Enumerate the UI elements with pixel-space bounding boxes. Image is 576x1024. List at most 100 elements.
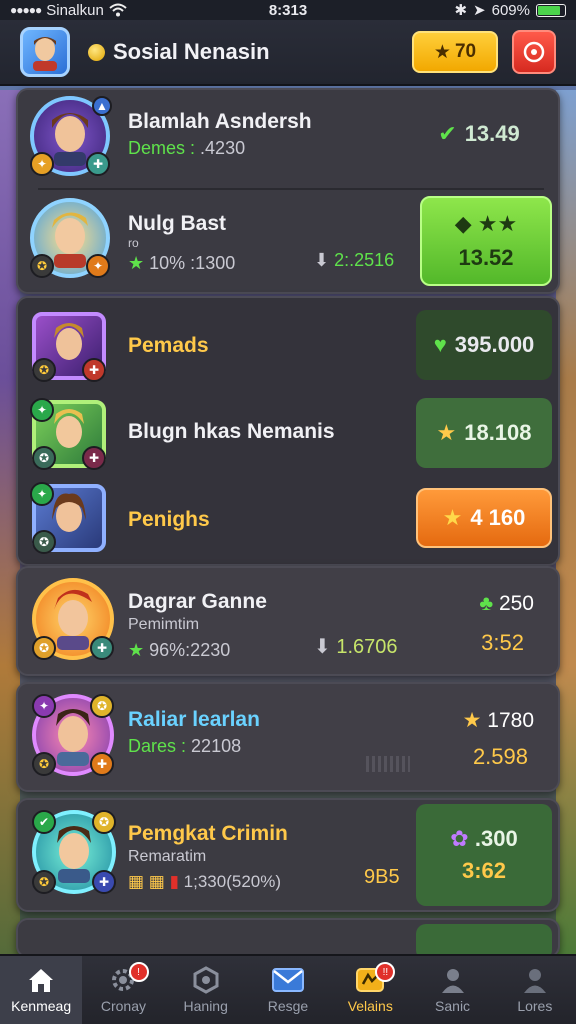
class-badge-icon: ✚: [82, 358, 106, 382]
avatar[interactable]: ✦ ✚ ▲: [30, 96, 112, 176]
reward-box[interactable]: ♥ 395.000: [416, 310, 552, 380]
avatar[interactable]: ✔ ✪ ✪ ✚: [32, 810, 116, 894]
mid-stat: ⬇ 1.6706: [314, 634, 398, 659]
reward-box[interactable]: ◆ ★★ 13.52: [420, 196, 552, 286]
app-header: Sosial Nenasin ★ 70: [0, 20, 576, 86]
score-top: ★ 1780: [463, 708, 534, 733]
tab-label: Cronay: [100, 998, 146, 1014]
tab-label: Haning: [183, 998, 228, 1014]
level-badge-icon: ✦: [30, 398, 54, 422]
star-icon: ★: [128, 253, 145, 273]
rank-badge-icon: ✦: [30, 152, 54, 176]
reward-value: 4 160: [470, 505, 526, 530]
avatar[interactable]: ✪ ✦: [30, 198, 110, 278]
carrier-name: Sinalkun: [46, 1, 104, 19]
star-icon: ★: [462, 709, 482, 732]
avatar[interactable]: ✦ ✪ ✪ ✚: [32, 694, 114, 776]
rank-badge-icon: ✪: [32, 636, 56, 660]
tab-lores[interactable]: Lores: [494, 956, 576, 1024]
class-badge-icon: ✚: [92, 870, 116, 894]
class-badge-icon: ✦: [86, 254, 110, 278]
reward-value: 18.108: [464, 420, 532, 445]
tab-home[interactable]: Kenmeag: [0, 956, 83, 1024]
person-icon: [441, 969, 464, 993]
reward-box[interactable]: ✿ .300 3:62: [416, 804, 552, 906]
rank-badge-icon: ✪: [32, 752, 56, 776]
heart-gem-icon: ♥: [433, 332, 447, 357]
progress-ticks: [366, 756, 410, 772]
tab-resge[interactable]: Resge: [247, 956, 329, 1024]
check-icon: ✔: [438, 121, 457, 146]
reward-box[interactable]: ★ 18.108: [416, 398, 552, 468]
star-icon: ★: [128, 640, 145, 660]
tab-haning[interactable]: Haning: [165, 956, 247, 1024]
row-divider: [38, 188, 544, 190]
level-badge-icon: ▲: [92, 96, 112, 116]
friend-tag: ro: [128, 236, 139, 250]
level-badge-icon: ✦: [30, 482, 54, 506]
reward-bottom-value: 3:62: [461, 858, 507, 883]
rank-badge-icon: ✪: [32, 870, 56, 894]
reward-top: ✿ .300: [450, 826, 517, 852]
status-right: ✱ ➤ 609%: [454, 1, 566, 19]
score-display: ✔ 13.49: [414, 114, 544, 154]
reward-value: 395.000: [454, 332, 535, 357]
notification-badge: !: [128, 962, 149, 982]
rank-badge-icon: ✪: [32, 530, 56, 554]
avatar[interactable]: ✪ ✚: [32, 578, 114, 660]
tab-sanic[interactable]: Sanic: [411, 956, 493, 1024]
class-badge-icon: ✚: [90, 636, 114, 660]
notification-badge: !!: [375, 962, 396, 982]
clover-icon: ♣: [479, 592, 494, 615]
award-badge-icon: ✪: [92, 810, 116, 834]
status-bar: ●●●●● Sinalkun 8:313 ✱ ➤ 609%: [0, 0, 576, 20]
tab-velains[interactable]: Velains !!: [329, 956, 411, 1024]
tab-cronay[interactable]: Cronay !: [82, 956, 164, 1024]
star-icon: ★: [436, 420, 457, 445]
detail-value: 22108: [191, 736, 242, 756]
notification-button[interactable]: [512, 30, 556, 74]
mid-value: 2:.2516: [334, 250, 395, 270]
score-value: 13.49: [464, 121, 520, 146]
avatar[interactable]: ✦ ✪: [30, 482, 106, 554]
friend-name: Dagrar Ganne: [128, 590, 267, 613]
stars-counter-button[interactable]: ★ 70: [412, 31, 498, 73]
score-bottom: 3:52: [481, 630, 524, 655]
gems-stars-icon: ◆ ★★: [454, 211, 518, 236]
friend-detail: ★ 96%:2230: [128, 640, 230, 661]
clock-time: 8:313: [268, 1, 308, 19]
friend-subtitle: Remaratim: [128, 848, 207, 865]
coin-icon: [88, 43, 105, 61]
friend-card-partial: [16, 918, 560, 960]
level-badge-icon: ✦: [32, 694, 56, 718]
mail-icon: [271, 968, 304, 992]
friend-detail: ★ 10% :1300: [128, 253, 235, 274]
resource-icons: ▦ ▦ ▮: [128, 872, 179, 891]
reward-box[interactable]: ★ 4 160: [416, 488, 552, 548]
friends-panel-top: ✦ ✚ ▲ Blamlah Asndersh Demes : .4230 ✔ 1…: [16, 88, 560, 294]
location-icon: ➤: [473, 2, 486, 19]
class-badge-icon: ✚: [82, 446, 106, 470]
detail-value: 10% :1300: [149, 253, 236, 273]
tab-label: Lores: [517, 998, 553, 1014]
detail-label: Dares :: [128, 736, 187, 756]
stars-count: 70: [454, 41, 477, 62]
profile-face-icon: [33, 37, 57, 71]
avatar[interactable]: ✪ ✚: [32, 312, 106, 382]
friend-name: Nulg Bast: [128, 212, 227, 235]
score-bottom: 2.598: [472, 744, 528, 769]
award-badge-icon: ✪: [90, 694, 114, 718]
detail-label: Demes :: [128, 138, 196, 158]
mid-value: 1.6706: [336, 636, 398, 658]
friend-name: Pemads: [128, 334, 209, 357]
bluetooth-icon: ✱: [454, 2, 468, 19]
friend-subtitle: Pemimtim: [128, 616, 200, 633]
avatar[interactable]: ✦ ✪ ✚: [30, 398, 106, 470]
friend-name: Blugn hkas Nemanis: [128, 420, 335, 443]
tab-label: Resge: [267, 998, 309, 1014]
page-title: Sosial Nenasin: [113, 39, 270, 64]
heart-badge-icon: [523, 41, 545, 63]
profile-avatar[interactable]: [20, 27, 70, 77]
friend-card: ✦ ✪ ✪ ✚ Raliar learlan Dares : 22108 ★ 1…: [16, 682, 560, 792]
pin-icon: ⬇: [314, 250, 330, 270]
